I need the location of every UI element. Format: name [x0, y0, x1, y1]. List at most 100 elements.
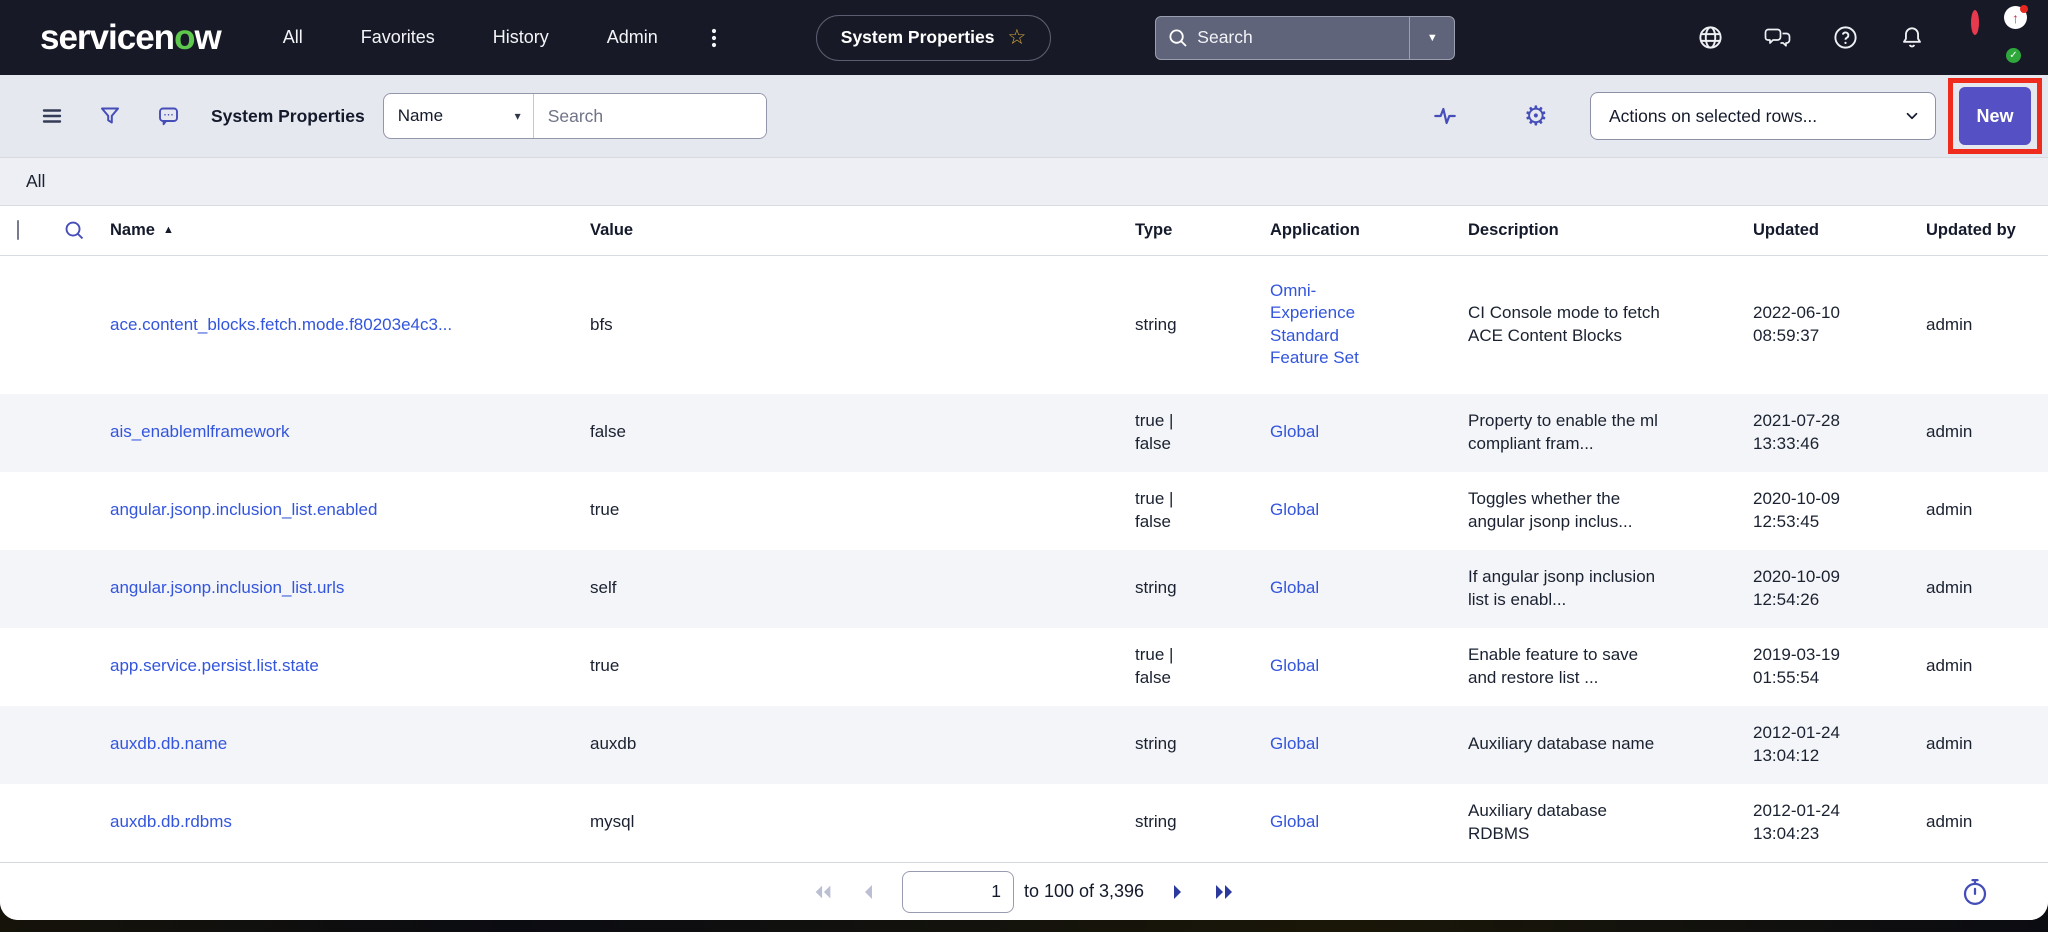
description-cell: If angular jsonp inclusion list is enabl… [1468, 550, 1753, 628]
sort-asc-icon: ▲ [163, 224, 174, 236]
type-cell: string [1135, 784, 1270, 862]
list-refresh-timer-icon[interactable] [1960, 877, 1990, 907]
system-properties-table: Name▲ Value Type Application Description… [0, 205, 2048, 862]
updated-by-cell: admin [1926, 706, 2048, 784]
actions-dropdown-label: Actions on selected rows... [1609, 106, 1817, 127]
search-field-selector[interactable]: Name ▾ [384, 94, 534, 138]
notifications-bell-icon[interactable] [1899, 24, 1925, 51]
nav-item-admin[interactable]: Admin [607, 27, 658, 48]
property-name-link[interactable]: auxdb.db.name [110, 734, 227, 753]
property-name-link[interactable]: ace.content_blocks.fetch.mode.f80203e4c3… [110, 315, 452, 334]
column-search-icon[interactable] [64, 220, 85, 241]
list-settings-gear-icon[interactable]: ⚙ [1524, 103, 1548, 130]
breadcrumb-bar: All [0, 157, 2048, 205]
nav-item-history[interactable]: History [493, 27, 549, 48]
column-header-type[interactable]: Type [1135, 206, 1270, 256]
servicenow-app: servicenow All Favorites History Admin S… [0, 0, 2048, 932]
type-cell: true | false [1135, 394, 1270, 472]
first-page-button[interactable] [812, 882, 834, 902]
list-search-input[interactable] [534, 94, 766, 138]
application-link[interactable]: Global [1270, 812, 1319, 831]
column-header-updated[interactable]: Updated [1753, 206, 1926, 256]
breadcrumb[interactable]: All [26, 171, 45, 192]
value-cell: self [590, 550, 1135, 628]
chevron-down-icon [1903, 107, 1921, 125]
comment-bubble-icon[interactable] [156, 104, 181, 128]
global-search-input[interactable] [1197, 27, 1409, 48]
application-link[interactable]: Global [1270, 578, 1319, 597]
search-field-value: Name [398, 106, 443, 126]
chat-icon[interactable] [1764, 25, 1792, 51]
toolbar-right: ⚙ Actions on selected rows... New [1432, 78, 2042, 154]
actions-dropdown[interactable]: Actions on selected rows... [1590, 92, 1936, 140]
type-cell: string [1135, 550, 1270, 628]
updated-by-cell: admin [1926, 256, 2048, 394]
table-header-row: Name▲ Value Type Application Description… [0, 206, 2048, 256]
value-cell: mysql [590, 784, 1135, 862]
last-page-button[interactable] [1212, 882, 1236, 902]
user-avatar[interactable]: ↑ ✓ [1971, 14, 2018, 61]
table-row: angular.jsonp.inclusion_list.urls self s… [0, 550, 2048, 628]
logo-text-end: w [194, 18, 220, 57]
logo-text: servicen [40, 18, 174, 57]
property-name-link[interactable]: angular.jsonp.inclusion_list.urls [110, 578, 344, 597]
pagination: to 100 of 3,396 [812, 871, 1236, 913]
page-number-input[interactable] [902, 871, 1014, 913]
property-name-link[interactable]: angular.jsonp.inclusion_list.enabled [110, 500, 377, 519]
updated-cell: 2019-03-19 01:55:54 [1753, 628, 1926, 706]
description-cell: Property to enable the ml compliant fram… [1468, 394, 1753, 472]
application-link[interactable]: Global [1270, 734, 1319, 753]
description-cell: Toggles whether the angular jsonp inclus… [1468, 472, 1753, 550]
type-cell: true | false [1135, 628, 1270, 706]
column-header-application[interactable]: Application [1270, 206, 1468, 256]
updated-cell: 2020-10-09 12:53:45 [1753, 472, 1926, 550]
description-cell: CI Console mode to fetch ACE Content Blo… [1468, 256, 1753, 394]
next-page-button[interactable] [1170, 882, 1186, 902]
new-button[interactable]: New [1959, 87, 2031, 145]
help-icon[interactable] [1832, 24, 1859, 51]
select-all-cell [0, 206, 56, 256]
description-cell: Auxiliary database name [1468, 706, 1753, 784]
column-header-description[interactable]: Description [1468, 206, 1753, 256]
table-row: angular.jsonp.inclusion_list.enabled tru… [0, 472, 2048, 550]
filter-funnel-icon[interactable] [98, 104, 122, 128]
list-menu-icon[interactable] [40, 104, 64, 128]
property-name-link[interactable]: auxdb.db.rdbms [110, 812, 232, 831]
nav-item-all[interactable]: All [283, 27, 303, 48]
more-menu-icon[interactable] [704, 27, 724, 49]
updated-by-cell: admin [1926, 550, 2048, 628]
table-row: ais_enablemlframework false true | false… [0, 394, 2048, 472]
column-header-updated-by[interactable]: Updated by [1926, 206, 2048, 256]
updated-cell: 2012-01-24 13:04:23 [1753, 784, 1926, 862]
updated-by-cell: admin [1926, 472, 2048, 550]
application-link[interactable]: Global [1270, 656, 1319, 675]
column-header-value[interactable]: Value [590, 206, 1135, 256]
column-header-name[interactable]: Name▲ [110, 206, 590, 256]
favorite-star-icon[interactable]: ☆ [1007, 27, 1026, 48]
application-link[interactable]: Global [1270, 500, 1319, 519]
application-link[interactable]: Omni-Experience Standard Feature Set [1270, 281, 1359, 367]
property-name-link[interactable]: ais_enablemlframework [110, 422, 290, 441]
caret-down-icon: ▼ [1427, 32, 1438, 44]
notification-dot [2020, 5, 2028, 13]
property-name-link[interactable]: app.service.persist.list.state [110, 656, 319, 675]
main-window: servicenow All Favorites History Admin S… [0, 0, 2048, 920]
globe-icon[interactable] [1697, 24, 1724, 51]
pinned-tab-label: System Properties [841, 27, 995, 48]
updated-cell: 2012-01-24 13:04:12 [1753, 706, 1926, 784]
search-scope-caret[interactable]: ▼ [1410, 17, 1454, 59]
type-cell: true | false [1135, 472, 1270, 550]
updated-cell: 2022-06-10 08:59:37 [1753, 256, 1926, 394]
table-row: ace.content_blocks.fetch.mode.f80203e4c3… [0, 256, 2048, 394]
table-row: app.service.persist.list.state true true… [0, 628, 2048, 706]
application-link[interactable]: Global [1270, 422, 1319, 441]
pinned-tab-system-properties[interactable]: System Properties ☆ [816, 15, 1052, 61]
description-cell: Enable feature to save and restore list … [1468, 628, 1753, 706]
table-row: auxdb.db.rdbms mysql string Global Auxil… [0, 784, 2048, 862]
activity-pulse-icon[interactable] [1432, 103, 1458, 129]
nav-item-favorites[interactable]: Favorites [361, 27, 435, 48]
select-all-checkbox[interactable] [17, 220, 19, 240]
previous-page-button[interactable] [860, 882, 876, 902]
servicenow-logo[interactable]: servicenow [40, 18, 221, 58]
value-cell: true [590, 472, 1135, 550]
